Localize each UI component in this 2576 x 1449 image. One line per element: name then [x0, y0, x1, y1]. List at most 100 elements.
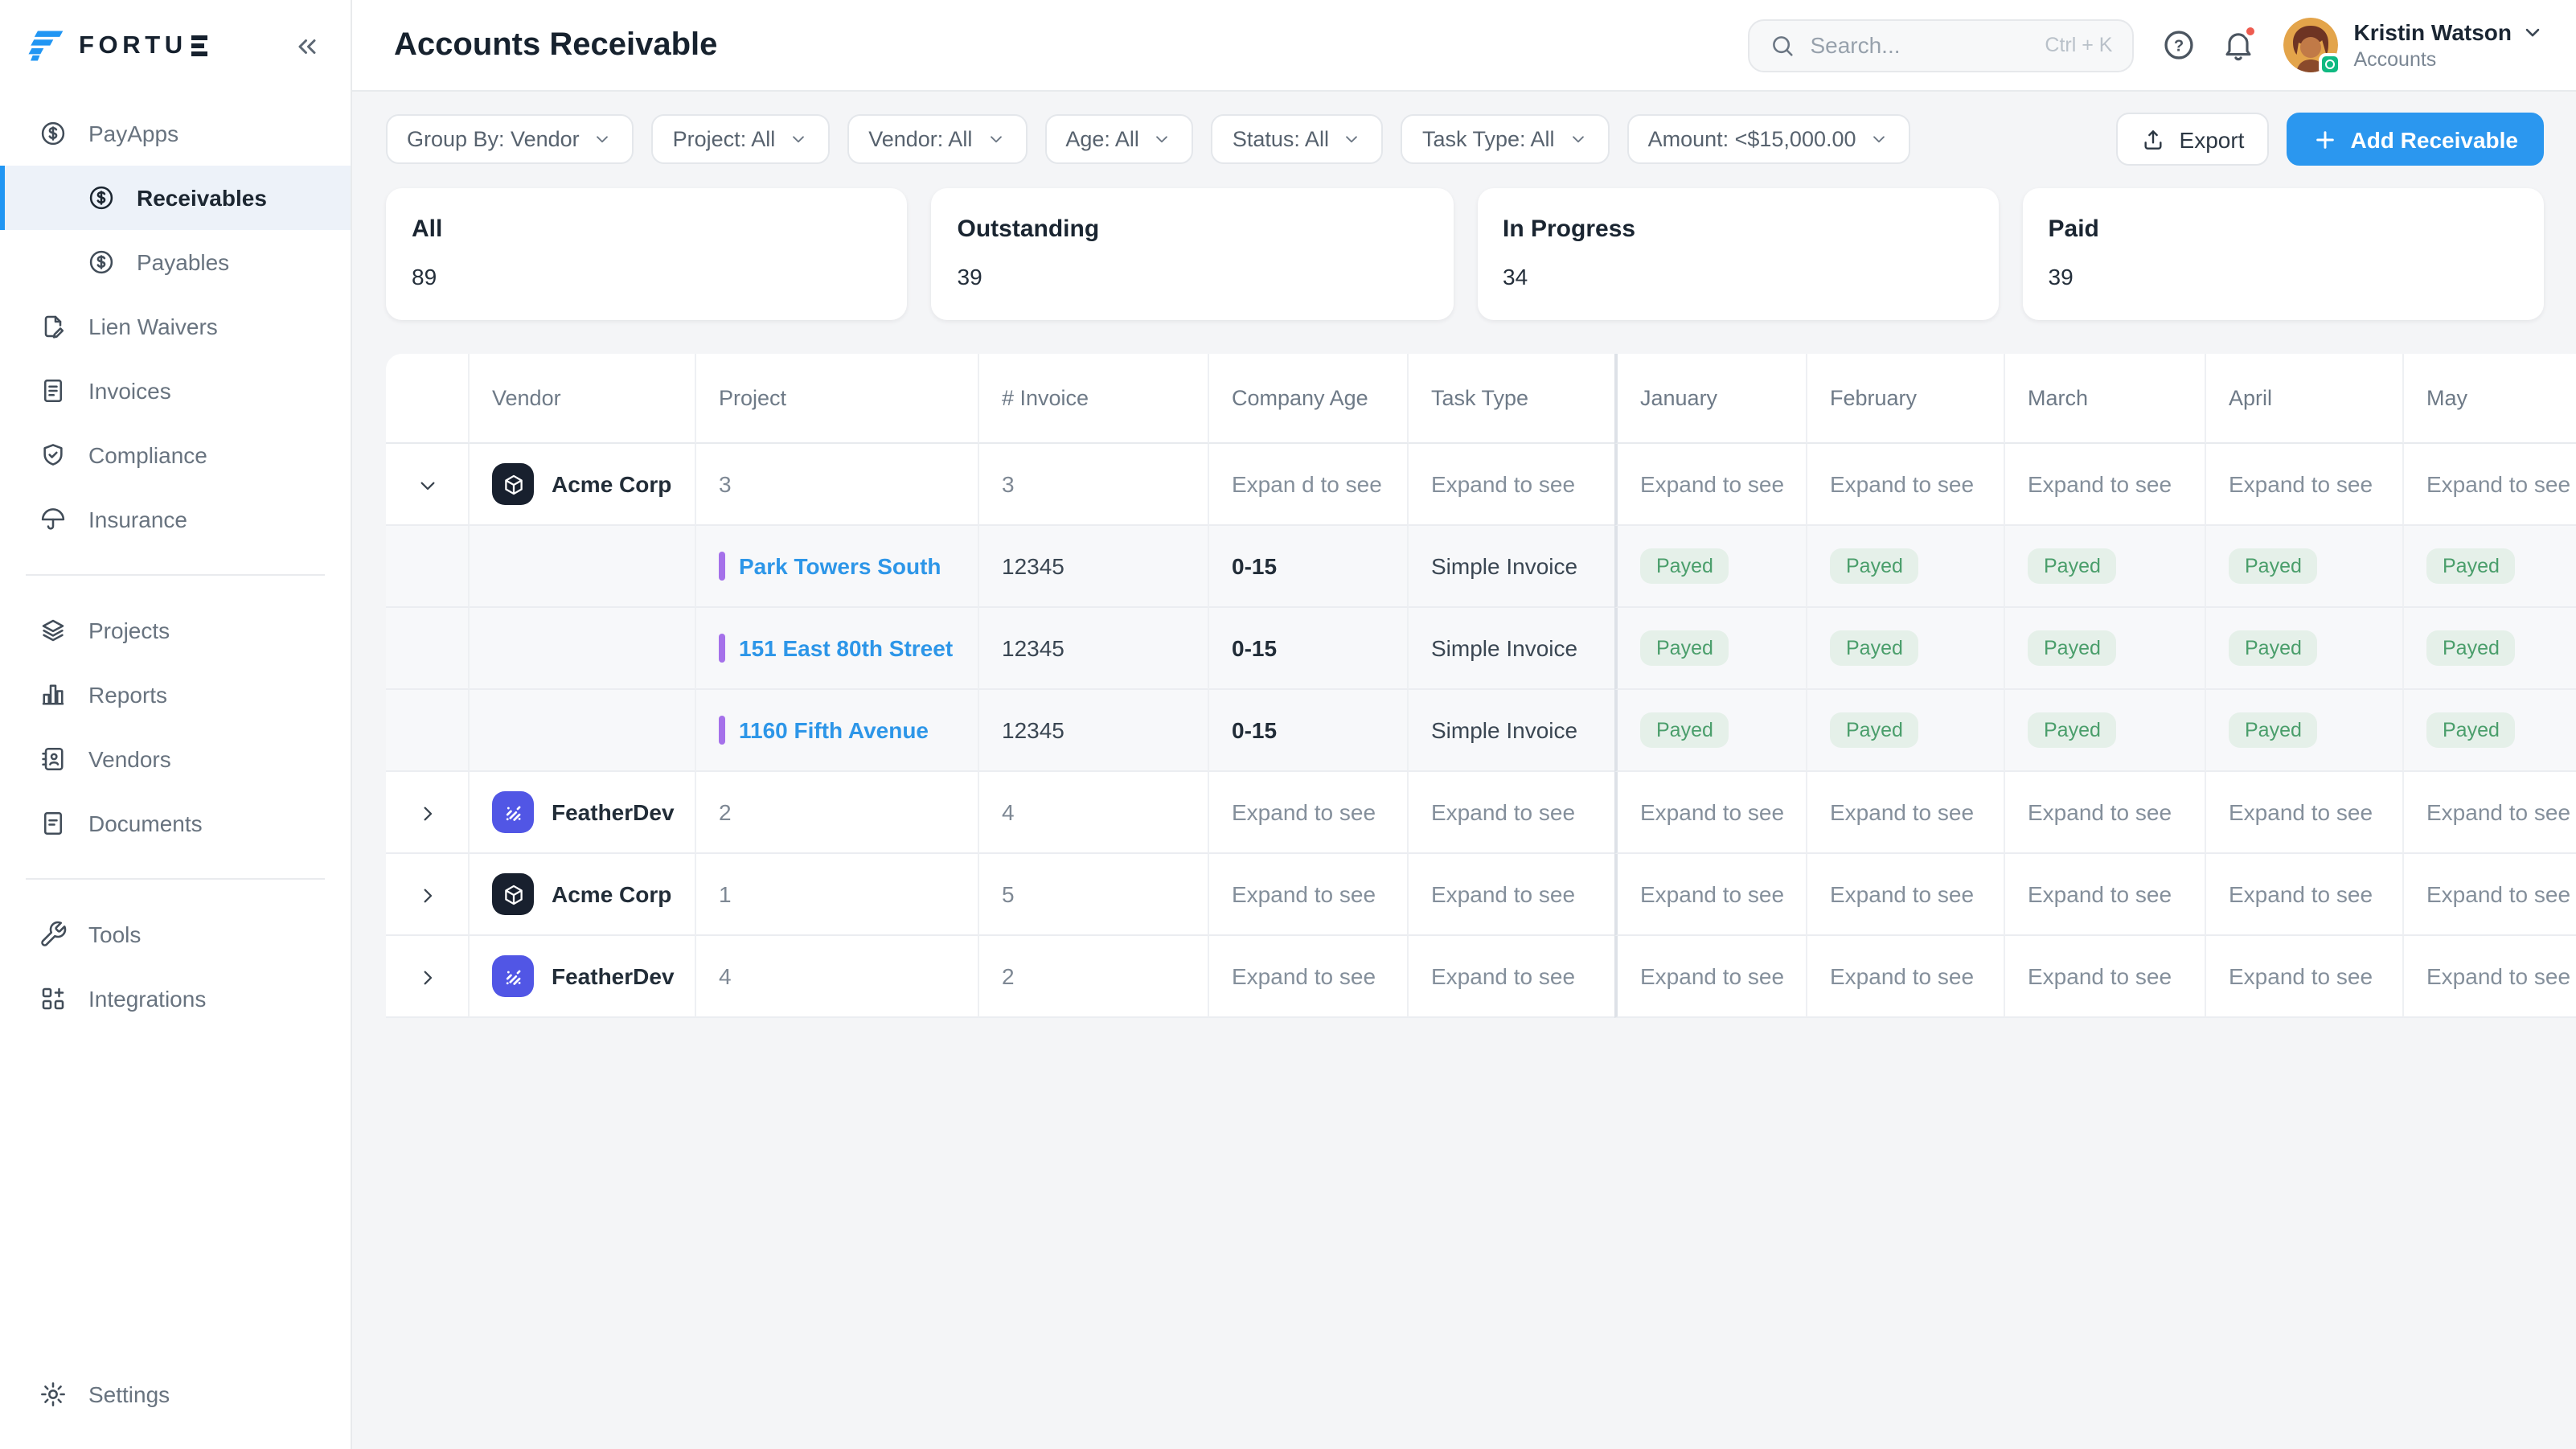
- project-link[interactable]: Park Towers South: [739, 553, 941, 579]
- month-expand-note: Expand to see: [2229, 963, 2373, 989]
- plus-icon: [2311, 126, 2337, 152]
- status-badge-payed: Payed: [2028, 548, 2117, 584]
- filter-pill-task-type[interactable]: Task Type: All: [1401, 114, 1610, 164]
- status-badge-payed: Payed: [1640, 630, 1729, 666]
- vendor-group-row[interactable]: Acme Corp15Expand to seeExpand to seeExp…: [386, 854, 2576, 936]
- sidebar-item-integrations[interactable]: Integrations: [0, 967, 351, 1031]
- vendor-cell: Acme Corp: [470, 444, 696, 526]
- notifications-button[interactable]: [2220, 27, 2255, 63]
- sidebar-item-tools[interactable]: Tools: [0, 902, 351, 967]
- month-cell: Expand to see: [2206, 854, 2404, 936]
- expander-cell: [386, 608, 470, 690]
- avatar: [2283, 18, 2337, 72]
- vendor-name: Acme Corp: [552, 471, 671, 497]
- sidebar-item-payables[interactable]: Payables: [0, 230, 351, 294]
- sidebar-item-invoices[interactable]: Invoices: [0, 359, 351, 423]
- filter-pill-project[interactable]: Project: All: [652, 114, 831, 164]
- filter-pills: Group By: Vendor Project: All Vendor: All A…: [386, 114, 1911, 164]
- search-input[interactable]: [1810, 32, 2030, 58]
- month-cell: Expand to see: [2005, 936, 2206, 1018]
- project-link[interactable]: 151 East 80th Street: [739, 635, 953, 661]
- expand-chevron-right-icon[interactable]: [414, 800, 440, 826]
- status-card-value: 39: [2049, 264, 2519, 289]
- help-button[interactable]: ?: [2160, 27, 2196, 63]
- brand-mark-icon: [27, 31, 66, 61]
- filter-pill-status[interactable]: Status: All: [1212, 114, 1384, 164]
- status-badge-payed: Payed: [2028, 712, 2117, 748]
- sidebar-item-label: Compliance: [88, 442, 207, 468]
- notification-dot: [2242, 24, 2257, 39]
- sidebar-item-reports[interactable]: Reports: [0, 663, 351, 727]
- brand-e-glyph: [192, 35, 208, 56]
- search-box[interactable]: Ctrl + K: [1747, 18, 2133, 72]
- chevron-down-icon: [788, 129, 809, 150]
- vendor-group-row[interactable]: Acme Corp33Expan d to seeExpand to seeEx…: [386, 444, 2576, 526]
- sidebar-item-label: Payables: [137, 249, 229, 275]
- company-age-cell: Expan d to see: [1209, 444, 1409, 526]
- chevrons-left-icon: [293, 31, 322, 60]
- expand-chevron-right-icon[interactable]: [414, 964, 440, 990]
- sidebar-item-settings[interactable]: Settings: [0, 1362, 351, 1426]
- invoice-value: 2: [1002, 963, 1015, 989]
- column-header-january: January: [1614, 354, 1807, 444]
- brand-logo: FORTU: [27, 31, 208, 61]
- invoice-value: 12345: [1002, 553, 1064, 579]
- month-expand-note: Expand to see: [2028, 471, 2172, 497]
- project-color-bar: [719, 552, 724, 581]
- month-cell: Payed: [2404, 526, 2576, 608]
- invoice-icon: [39, 376, 68, 405]
- sidebar-item-payapps[interactable]: PayApps: [0, 101, 351, 166]
- sidebar-item-insurance[interactable]: Insurance: [0, 487, 351, 552]
- vendor-cell-content: FeatherDev: [492, 955, 695, 997]
- company-age-cell: 0-15: [1209, 690, 1409, 772]
- status-card-value: 34: [1503, 264, 1973, 289]
- filter-pill-vendor[interactable]: Vendor: All: [847, 114, 1027, 164]
- umbrella-icon: [39, 505, 68, 534]
- expander-cell: [386, 854, 470, 936]
- month-cell: Expand to see: [2005, 854, 2206, 936]
- status-card-all[interactable]: All89: [386, 188, 908, 320]
- filter-toolbar: Group By: Vendor Project: All Vendor: All A…: [352, 92, 2576, 166]
- expand-chevron-down-icon[interactable]: [414, 472, 440, 498]
- sidebar: FORTU PayApps Receivables Payables Lien Wai…: [0, 0, 352, 1449]
- month-expand-note: Expand to see: [1830, 963, 1974, 989]
- status-card-outstanding[interactable]: Outstanding39: [932, 188, 1454, 320]
- dollar-circle-icon: [87, 248, 116, 277]
- month-cell: Expand to see: [2005, 444, 2206, 526]
- month-cell: Payed: [2005, 608, 2206, 690]
- user-menu[interactable]: Kristin Watson Accounts: [2283, 18, 2544, 72]
- vendor-name: FeatherDev: [552, 799, 675, 825]
- add-receivable-button[interactable]: Add Receivable: [2286, 113, 2544, 166]
- vendor-group-row[interactable]: FeatherDev24Expand to seeExpand to seeEx…: [386, 772, 2576, 854]
- filter-pill-age[interactable]: Age: All: [1044, 114, 1194, 164]
- status-badge-payed: Payed: [1640, 712, 1729, 748]
- user-role: Accounts: [2353, 48, 2544, 71]
- vendor-cell: Acme Corp: [470, 854, 696, 936]
- sidebar-item-label: Invoices: [88, 378, 171, 404]
- sidebar-item-projects[interactable]: Projects: [0, 598, 351, 663]
- sidebar-item-compliance[interactable]: Compliance: [0, 423, 351, 487]
- sidebar-item-vendors[interactable]: Vendors: [0, 727, 351, 791]
- status-card-in-progress[interactable]: In Progress34: [1477, 188, 1999, 320]
- chevron-down-icon: [985, 129, 1006, 150]
- month-cell: Payed: [2005, 526, 2206, 608]
- sidebar-item-label: Documents: [88, 811, 203, 836]
- sidebar-item-receivables[interactable]: Receivables: [0, 166, 351, 230]
- task-type-cell: Expand to see: [1409, 444, 1614, 526]
- month-expand-note: Expand to see: [1830, 471, 1974, 497]
- expander-cell: [386, 690, 470, 772]
- sidebar-item-label: PayApps: [88, 121, 178, 146]
- sidebar-collapse-button[interactable]: [293, 31, 322, 60]
- filter-pill-amount[interactable]: Amount: <$15,000.00: [1627, 114, 1911, 164]
- month-cell: Expand to see: [1614, 444, 1807, 526]
- project-link[interactable]: 1160 Fifth Avenue: [739, 717, 929, 743]
- search-shortcut: Ctrl + K: [2045, 34, 2112, 56]
- filter-pill-group-by[interactable]: Group By: Vendor: [386, 114, 634, 164]
- export-button[interactable]: Export: [2117, 113, 2269, 166]
- sidebar-item-lien-waivers[interactable]: Lien Waivers: [0, 294, 351, 359]
- vendor-group-row[interactable]: FeatherDev42Expand to seeExpand to seeEx…: [386, 936, 2576, 1018]
- sidebar-item-documents[interactable]: Documents: [0, 791, 351, 856]
- status-card-paid[interactable]: Paid39: [2023, 188, 2545, 320]
- expand-chevron-right-icon[interactable]: [414, 882, 440, 908]
- sidebar-logo-row: FORTU: [0, 0, 351, 92]
